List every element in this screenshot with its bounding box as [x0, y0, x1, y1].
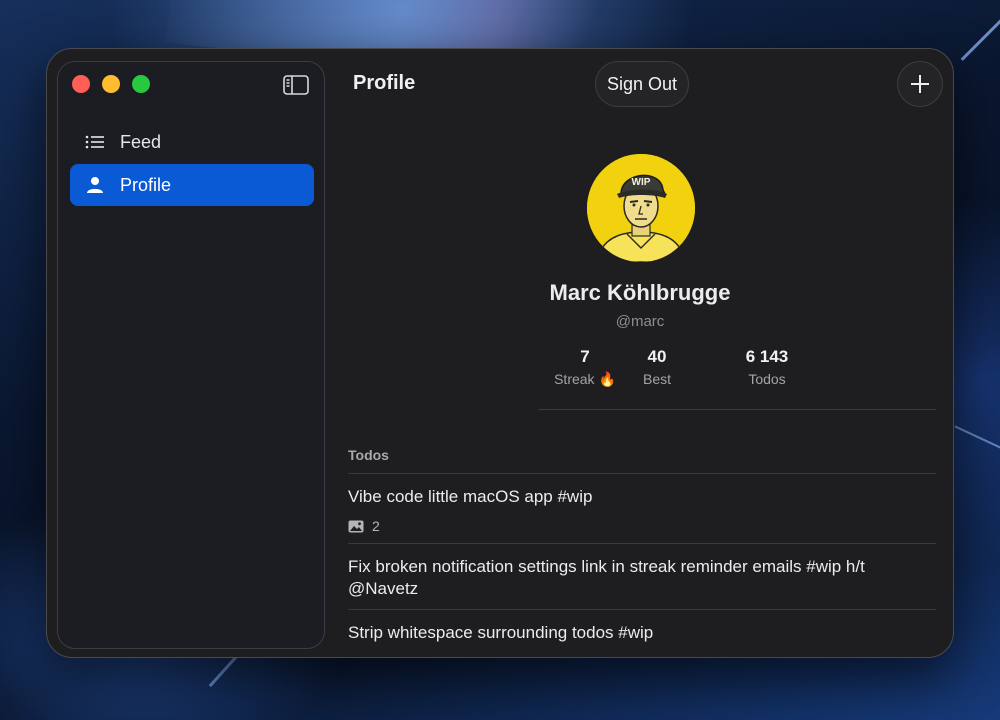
maximize-window-button[interactable]	[132, 75, 150, 93]
close-window-button[interactable]	[72, 75, 90, 93]
list-icon	[84, 131, 106, 153]
divider	[538, 409, 936, 410]
sidebar-item-feed[interactable]: Feed	[70, 121, 314, 163]
sidebar-item-label: Profile	[120, 174, 172, 195]
sidebar-toggle-button[interactable]	[282, 74, 310, 96]
todo-list: Vibe code little macOS app #wip 2 Fix br…	[348, 473, 936, 653]
todo-item[interactable]: Vibe code little macOS app #wip 2	[348, 473, 936, 543]
stat-value: 40	[647, 347, 667, 366]
sidebar-toggle-icon	[283, 75, 309, 95]
main-content: Profile Sign Out WIP Marc Köhlbrugge @ma…	[325, 49, 953, 657]
page-title: Profile	[353, 72, 416, 94]
minimize-window-button[interactable]	[102, 75, 120, 93]
add-todo-button[interactable]	[897, 61, 943, 107]
sign-out-button[interactable]: Sign Out	[595, 61, 689, 107]
avatar: WIP	[587, 154, 695, 262]
todo-item[interactable]: Fix broken notification settings link in…	[348, 543, 936, 609]
avatar-cap-text: WIP	[632, 177, 651, 188]
app-window: Feed Profile Profile Sign Out WIP Marc K…	[46, 48, 954, 658]
wallpaper-light-streak	[954, 425, 1000, 453]
todos-section-header: Todos	[348, 447, 389, 463]
window-controls	[72, 75, 150, 93]
todo-text: Fix broken notification settings link in…	[348, 557, 865, 598]
stat-value: 6 143	[745, 347, 789, 366]
photo-icon	[348, 520, 364, 532]
attachment-count: 2	[372, 518, 380, 534]
wallpaper-light-streak	[960, 2, 1000, 61]
todo-attachments: 2	[348, 518, 936, 534]
todo-item[interactable]: Strip whitespace surrounding todos #wip	[348, 609, 936, 653]
plus-icon	[911, 75, 929, 93]
sidebar-nav: Feed Profile	[70, 121, 314, 207]
profile-name: Marc Köhlbrugge	[549, 280, 731, 305]
todo-text: Vibe code little macOS app #wip	[348, 487, 593, 506]
sidebar: Feed Profile	[57, 61, 325, 649]
stat-best: 40 Best	[612, 347, 702, 387]
profile-handle: @marc	[615, 313, 665, 330]
todo-text: Strip whitespace surrounding todos #wip	[348, 623, 654, 642]
sidebar-item-label: Feed	[120, 131, 162, 152]
stat-label: Todos	[748, 371, 786, 387]
sidebar-item-profile[interactable]: Profile	[70, 164, 314, 206]
person-icon	[84, 174, 106, 196]
stat-label: Best	[642, 371, 671, 387]
stat-todos: 6 143 Todos	[722, 347, 812, 387]
